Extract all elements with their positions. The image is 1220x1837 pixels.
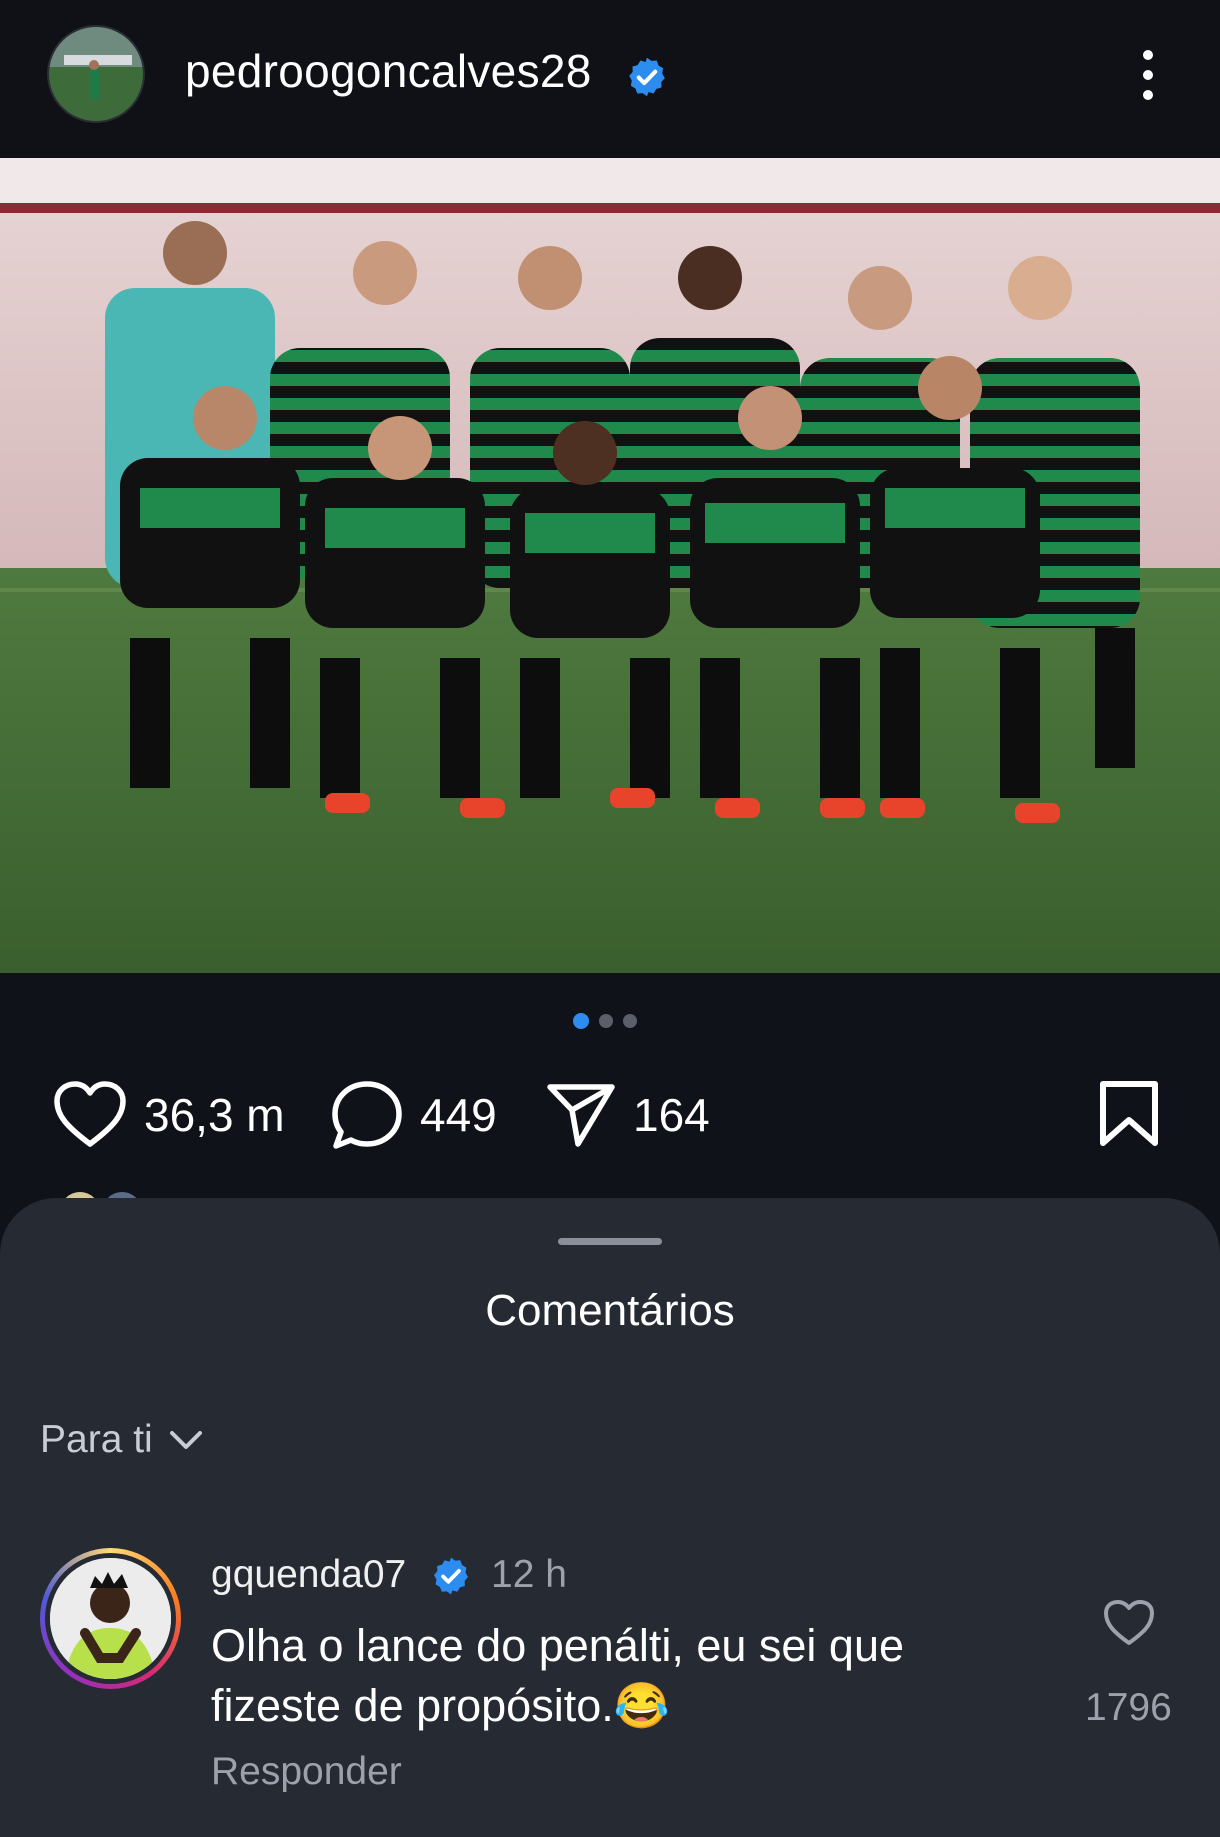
share-icon[interactable] (545, 1081, 617, 1149)
share-action[interactable]: 164 (545, 1075, 710, 1155)
comment-action[interactable]: 449 (330, 1075, 497, 1155)
heart-icon[interactable] (52, 1080, 128, 1150)
comments-sheet: Comentários Para ti gquenda07 12 h Olha … (0, 1198, 1220, 1837)
profile-avatar[interactable] (47, 25, 145, 123)
drag-handle[interactable] (558, 1238, 662, 1245)
commenter-avatar[interactable] (40, 1548, 181, 1689)
comment-icon[interactable] (330, 1079, 404, 1151)
reply-button[interactable]: Responder (211, 1750, 402, 1794)
carousel-dot (623, 1014, 637, 1028)
post-username[interactable]: pedroogoncalves28 (185, 44, 592, 98)
post-actions: 36,3 m 449 164 (0, 1075, 1220, 1155)
comment-count: 449 (420, 1089, 497, 1141)
commenter-username[interactable]: gquenda07 (211, 1553, 406, 1597)
carousel-indicator (573, 1013, 637, 1029)
verified-icon (434, 1557, 468, 1595)
more-options-icon[interactable] (1130, 45, 1166, 105)
verified-icon (629, 57, 665, 97)
comment-heart-icon[interactable] (1102, 1598, 1156, 1648)
sheet-title: Comentários (485, 1286, 735, 1335)
carousel-dot (599, 1014, 613, 1028)
comment-like-count: 1796 (1085, 1686, 1172, 1729)
filter-label: Para ti (40, 1418, 153, 1461)
bookmark-icon[interactable] (1098, 1080, 1160, 1148)
post-header: pedroogoncalves28 (0, 0, 1220, 158)
carousel-dot (573, 1013, 589, 1029)
post-photo[interactable] (0, 158, 1220, 973)
share-count: 164 (633, 1089, 710, 1141)
comment-filter-dropdown[interactable]: Para ti (40, 1418, 203, 1462)
comment-text: Olha o lance do penálti, eu sei que fize… (211, 1620, 904, 1731)
like-action[interactable]: 36,3 m (52, 1075, 285, 1155)
comment-timestamp: 12 h (491, 1553, 567, 1596)
like-count: 36,3 m (144, 1089, 285, 1141)
chevron-down-icon (169, 1431, 202, 1449)
